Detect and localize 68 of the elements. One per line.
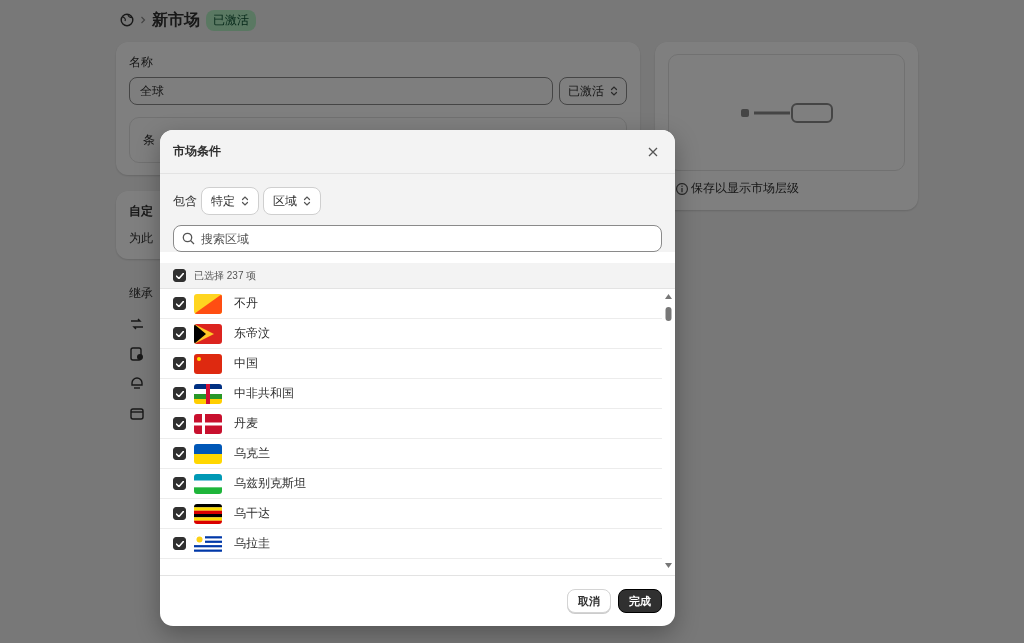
country-row[interactable]: 乌兹别克斯坦 [160, 469, 662, 499]
country-name: 乌干达 [234, 505, 270, 522]
custom-title: 自定 [129, 203, 154, 220]
country-name: 丹麦 [234, 415, 258, 432]
status-select[interactable]: 已激活 [559, 77, 627, 105]
include-label: 包含 [173, 192, 197, 210]
checkmark-icon [175, 390, 184, 397]
scrollbar[interactable] [664, 293, 673, 571]
country-row[interactable]: 乌拉圭 [160, 529, 662, 559]
country-row[interactable]: 乌克兰 [160, 439, 662, 469]
country-row[interactable]: 丹麦 [160, 409, 662, 439]
country-row[interactable]: 中国 [160, 349, 662, 379]
country-row[interactable]: 乌干达 [160, 499, 662, 529]
country-checkbox[interactable] [173, 387, 186, 400]
country-checkbox[interactable] [173, 297, 186, 310]
checkmark-icon [175, 480, 184, 487]
cancel-button[interactable]: 取消 [567, 589, 611, 613]
chevron-right-icon [140, 16, 146, 24]
country-checkbox[interactable] [173, 477, 186, 490]
info-icon [676, 182, 688, 195]
checkmark-icon [175, 330, 184, 337]
globe-icon[interactable] [120, 13, 134, 27]
name-label: 名称 [129, 54, 154, 71]
conditions-label: 条 [143, 131, 155, 149]
type-select[interactable]: 区域 [263, 187, 321, 215]
inherited-title: 继承 [129, 285, 154, 302]
checkmark-icon [175, 300, 184, 307]
checkmark-icon [175, 420, 184, 427]
country-name: 乌兹别克斯坦 [234, 475, 306, 492]
product-icon [129, 346, 145, 362]
currency-icon [129, 316, 145, 332]
selected-count: 已选择 237 项 [194, 268, 257, 283]
country-row[interactable]: 不丹 [160, 289, 662, 319]
country-checkbox[interactable] [173, 537, 186, 550]
close-icon [647, 145, 659, 158]
country-name: 东帝汶 [234, 325, 270, 342]
hierarchy-note: 保存以显示市场层级 [691, 180, 799, 197]
country-checkbox[interactable] [173, 507, 186, 520]
country-checkbox[interactable] [173, 447, 186, 460]
country-name: 乌拉圭 [234, 535, 270, 552]
checkmark-icon [175, 450, 184, 457]
country-name: 乌克兰 [234, 445, 270, 462]
domain-icon [129, 406, 145, 422]
chevron-icon [241, 195, 249, 207]
page-title: 新市场 [152, 9, 200, 30]
custom-description: 为此 [129, 230, 153, 247]
country-row[interactable]: 东帝汶 [160, 319, 662, 349]
checkmark-icon [175, 360, 184, 367]
country-checkbox[interactable] [173, 327, 186, 340]
search-field[interactable]: 搜索区域 [173, 225, 662, 252]
select-all-checkbox[interactable] [173, 269, 186, 282]
country-row[interactable]: 中非共和国 [160, 379, 662, 409]
checkmark-icon [175, 510, 184, 517]
status-badge: 已激活 [206, 9, 256, 31]
checkmark-icon [175, 272, 184, 279]
country-name: 中非共和国 [234, 385, 294, 402]
done-button[interactable]: 完成 [618, 589, 662, 613]
checkmark-icon [175, 540, 184, 547]
country-name: 不丹 [234, 295, 258, 312]
scope-select[interactable]: 特定 [201, 187, 259, 215]
chevron-icon [303, 195, 311, 207]
country-checkbox[interactable] [173, 357, 186, 370]
store-icon [129, 376, 145, 392]
name-input-field[interactable]: 全球 [129, 77, 553, 105]
modal-title: 市场条件 [173, 143, 221, 160]
country-name: 中国 [234, 355, 258, 372]
country-checkbox[interactable] [173, 417, 186, 430]
chevron-icon [610, 85, 618, 97]
